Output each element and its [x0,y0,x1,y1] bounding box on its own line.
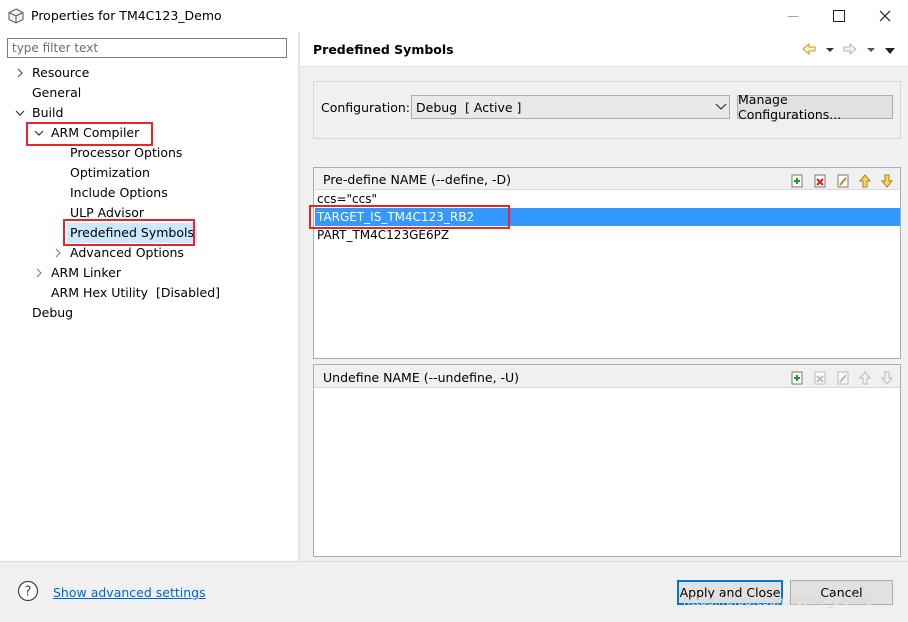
add-icon[interactable] [789,370,805,386]
manage-configurations-button[interactable]: Manage Configurations... [737,92,893,122]
tree-item-label: Debug [32,305,74,320]
tree-item-include-options[interactable]: Include Options [70,183,168,203]
forward-arrow-icon [843,42,857,56]
window-title: Properties for TM4C123_Demo [31,8,222,23]
back-button[interactable] [801,41,839,57]
move-down-icon [880,371,894,385]
annotation-box-arm-compiler [26,122,153,146]
chevron-right-icon[interactable] [52,247,64,259]
edit-icon [837,371,849,385]
tree-item-arm-linker[interactable]: ARM Linker [33,263,121,283]
close-window-button[interactable] [862,0,908,32]
page-title: Predefined Symbols [313,42,454,57]
minimize-button[interactable]: — [770,0,816,32]
symbol-text: PART_TM4C123GE6PZ [317,228,450,242]
tree-item-label: Build [32,105,64,120]
tree-item-label: General [32,85,82,100]
predefine-header-label: Pre-define NAME (--define, -D) [323,172,511,187]
filter-input[interactable] [7,38,287,58]
close-icon [879,10,891,22]
tree-item-processor-options[interactable]: Processor Options [70,143,182,163]
app-icon [8,8,24,24]
watermark: https://blog.csdn.net/Mr_Define [683,594,872,608]
chevron-right-icon[interactable] [33,267,45,279]
tree-item-arm-hex-utility[interactable]: ARM Hex Utility [Disabled] [51,283,220,303]
tree-item-label: ULP Advisor [70,205,145,220]
undefine-list-panel [313,364,901,557]
show-advanced-settings-link[interactable]: Show advanced settings [53,585,206,600]
back-arrow-icon [802,42,816,56]
tree-item-label: ARM Linker [51,265,121,280]
menu-triangle-icon [885,48,895,54]
chevron-down-icon[interactable] [715,102,727,112]
tree-item-label: Include Options [70,185,168,200]
tree-item-label: Advanced Options [70,245,184,260]
svg-text:?: ? [25,585,32,600]
symbol-text: ccs="ccs" [317,192,377,206]
annotation-box-predefined-symbols [63,219,195,246]
help-icon[interactable]: ? [17,580,39,602]
tree-item-label: Processor Options [70,145,183,160]
move-down-icon[interactable] [879,173,895,189]
chevron-down-icon[interactable] [14,107,26,119]
tree-item-label: ARM Hex Utility [Disabled] [51,285,221,300]
add-icon[interactable] [789,173,805,189]
maximize-icon [833,10,845,22]
minimize-icon: — [787,9,799,23]
delete-icon[interactable] [812,173,828,189]
tree-item-debug[interactable]: Debug [32,303,73,323]
move-up-icon [858,371,872,385]
tree-item-general[interactable]: General [32,83,81,103]
configuration-label: Configuration: [321,100,410,115]
configuration-select-value: Debug [ Active ] [416,100,522,115]
chevron-right-icon[interactable] [14,67,26,79]
annotation-box-target-symbol [309,205,510,229]
tree-item-build[interactable]: Build [14,103,63,123]
edit-icon[interactable] [835,173,851,189]
tree-item-optimization[interactable]: Optimization [70,163,150,183]
tree-item-advanced-options[interactable]: Advanced Options [52,243,184,263]
view-menu-button[interactable] [884,44,896,54]
undefine-header-label: Undefine NAME (--undefine, -U) [323,370,520,385]
tree-item-resource[interactable]: Resource [14,63,89,83]
dropdown-arrow-icon [826,48,834,52]
dropdown-arrow-icon [867,48,875,52]
tree-item-label: Optimization [70,165,150,180]
delete-icon [814,371,826,385]
maximize-button[interactable] [816,0,862,32]
tree-item-label: Resource [32,65,90,80]
move-up-icon[interactable] [857,173,873,189]
manage-configurations-label: Manage Configurations... [738,92,842,122]
forward-button[interactable] [842,41,880,57]
